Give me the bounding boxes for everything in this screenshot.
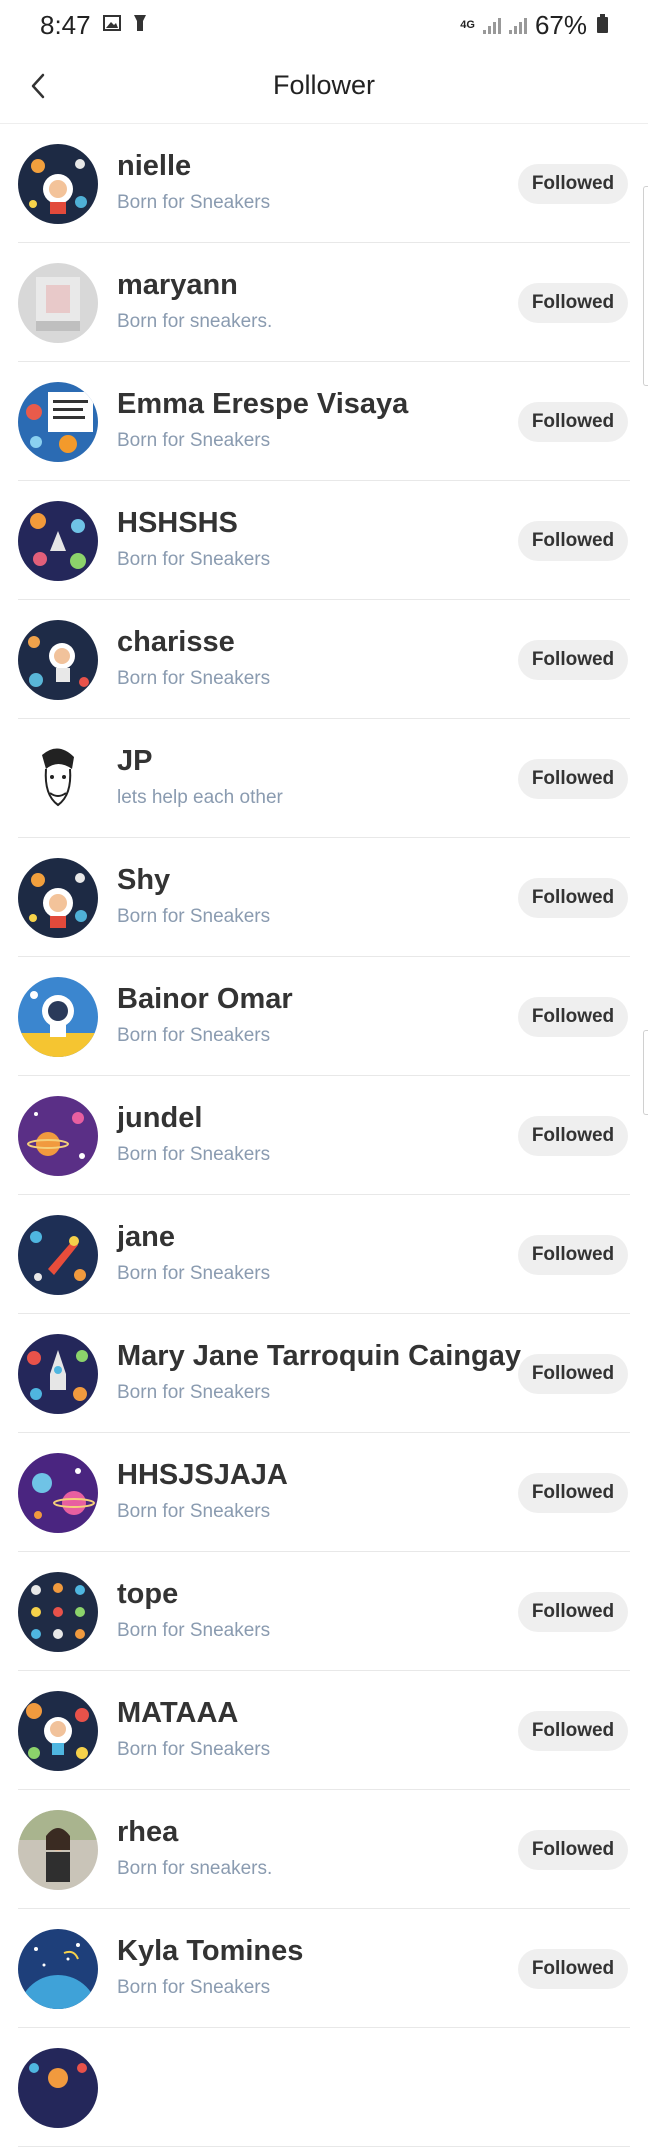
follower-bio: Born for Sneakers	[117, 1263, 271, 1284]
follower-bio: Born for Sneakers	[117, 192, 271, 213]
followed-button[interactable]: Followed	[518, 640, 628, 680]
signal-icon	[482, 16, 501, 34]
follower-name[interactable]: nielle	[117, 150, 191, 183]
avatar[interactable]	[18, 1691, 98, 1771]
follower-row[interactable]: JP lets help each other Followed	[0, 719, 648, 838]
follower-row[interactable]: Bainor Omar Born for Sneakers Followed	[0, 957, 648, 1076]
followed-button[interactable]: Followed	[518, 1354, 628, 1394]
follower-name[interactable]: Bainor Omar	[117, 983, 293, 1016]
follower-row[interactable]: rhea Born for sneakers. Followed	[0, 1790, 648, 1909]
avatar[interactable]	[18, 620, 98, 700]
follower-row[interactable]: jundel Born for Sneakers Followed	[0, 1076, 648, 1195]
flashlight-icon	[133, 14, 147, 37]
follower-name[interactable]: Kyla Tomines	[117, 1935, 303, 1968]
avatar[interactable]	[18, 858, 98, 938]
follower-name[interactable]: MATAAA	[117, 1697, 238, 1730]
avatar[interactable]	[18, 2048, 98, 2128]
avatar[interactable]	[18, 739, 98, 819]
follower-bio: Born for Sneakers	[117, 1382, 271, 1403]
follower-bio: Born for Sneakers	[117, 906, 271, 927]
follower-row[interactable]: Kyla Tomines Born for Sneakers Followed	[0, 1909, 648, 2028]
avatar[interactable]	[18, 263, 98, 343]
follower-bio: lets help each other	[117, 787, 283, 808]
followed-button[interactable]: Followed	[518, 164, 628, 204]
avatar[interactable]	[18, 977, 98, 1057]
follower-name[interactable]: JP	[117, 745, 152, 778]
gallery-icon	[102, 14, 121, 36]
follower-name[interactable]: Mary Jane Tarroquin Caingay	[117, 1340, 521, 1373]
avatar[interactable]	[18, 1929, 98, 2009]
followed-button[interactable]: Followed	[518, 1830, 628, 1870]
signal-icon-2	[508, 16, 527, 34]
followed-button[interactable]: Followed	[518, 878, 628, 918]
followed-button[interactable]: Followed	[518, 521, 628, 561]
follower-row[interactable]: maryann Born for sneakers. Followed	[0, 243, 648, 362]
follower-name[interactable]: tope	[117, 1578, 178, 1611]
avatar[interactable]	[18, 1215, 98, 1295]
battery-icon	[597, 14, 608, 33]
avatar[interactable]	[18, 1810, 98, 1890]
status-time: 8:47	[40, 9, 91, 40]
status-left: 8:47	[40, 10, 147, 41]
followed-button[interactable]: Followed	[518, 1116, 628, 1156]
follower-row-partial[interactable]	[0, 2028, 648, 2147]
follower-name[interactable]: jundel	[117, 1102, 202, 1135]
follower-name[interactable]: HHSJSJAJA	[117, 1459, 288, 1492]
avatar[interactable]	[18, 501, 98, 581]
follower-bio: Born for Sneakers	[117, 1501, 271, 1522]
follower-bio: Born for Sneakers	[117, 549, 271, 570]
follower-bio: Born for Sneakers	[117, 1977, 271, 1998]
followed-button[interactable]: Followed	[518, 402, 628, 442]
follower-list: nielle Born for Sneakers Followed maryan…	[0, 124, 648, 2147]
avatar[interactable]	[18, 1572, 98, 1652]
follower-row[interactable]: Emma Erespe Visaya Born for Sneakers Fol…	[0, 362, 648, 481]
followed-button[interactable]: Followed	[518, 1473, 628, 1513]
follower-name[interactable]: jane	[117, 1221, 175, 1254]
followed-button[interactable]: Followed	[518, 1235, 628, 1275]
follower-name[interactable]: Shy	[117, 864, 170, 897]
follower-row[interactable]: HSHSHS Born for Sneakers Followed	[0, 481, 648, 600]
follower-name[interactable]: maryann	[117, 269, 238, 302]
header: Follower	[0, 50, 648, 124]
follower-bio: Born for Sneakers	[117, 430, 271, 451]
status-bar: 8:47 4G 67%	[0, 0, 648, 50]
follower-row[interactable]: HHSJSJAJA Born for Sneakers Followed	[0, 1433, 648, 1552]
follower-bio: Born for Sneakers	[117, 1739, 271, 1760]
followed-button[interactable]: Followed	[518, 1592, 628, 1632]
page-title: Follower	[272, 70, 376, 100]
avatar[interactable]	[18, 382, 98, 462]
follower-name[interactable]: charisse	[117, 626, 235, 659]
avatar[interactable]	[18, 144, 98, 224]
avatar[interactable]	[18, 1334, 98, 1414]
follower-bio: Born for Sneakers	[117, 1620, 271, 1641]
follower-row[interactable]: jane Born for Sneakers Followed	[0, 1195, 648, 1314]
status-right: 4G 67%	[460, 10, 608, 41]
follower-row[interactable]: Mary Jane Tarroquin Caingay Born for Sne…	[0, 1314, 648, 1433]
follower-name[interactable]: rhea	[117, 1816, 178, 1849]
network-type: 4G	[460, 19, 475, 31]
follower-bio: Born for Sneakers	[117, 1025, 271, 1046]
follower-name[interactable]: HSHSHS	[117, 507, 238, 540]
follower-row[interactable]: tope Born for Sneakers Followed	[0, 1552, 648, 1671]
follower-name[interactable]: Emma Erespe Visaya	[117, 388, 408, 421]
followed-button[interactable]: Followed	[518, 1711, 628, 1751]
follower-row[interactable]: Shy Born for Sneakers Followed	[0, 838, 648, 957]
avatar[interactable]	[18, 1096, 98, 1176]
follower-bio: Born for sneakers.	[117, 311, 273, 332]
follower-bio: Born for Sneakers	[117, 1144, 271, 1165]
followed-button[interactable]: Followed	[518, 997, 628, 1037]
avatar[interactable]	[18, 1453, 98, 1533]
follower-bio: Born for sneakers.	[117, 1858, 273, 1879]
followed-button[interactable]: Followed	[518, 1949, 628, 1989]
follower-row[interactable]: MATAAA Born for Sneakers Followed	[0, 1671, 648, 1790]
battery-percent: 67%	[534, 9, 587, 40]
followed-button[interactable]: Followed	[518, 283, 628, 323]
followed-button[interactable]: Followed	[518, 759, 628, 799]
follower-row[interactable]: nielle Born for Sneakers Followed	[0, 124, 648, 243]
follower-row[interactable]: charisse Born for Sneakers Followed	[0, 600, 648, 719]
follower-bio: Born for Sneakers	[117, 668, 271, 689]
